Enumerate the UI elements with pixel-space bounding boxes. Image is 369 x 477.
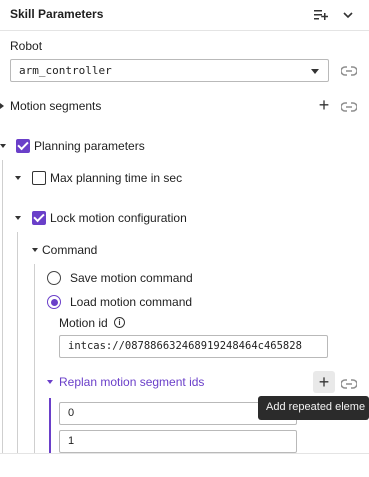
link-icon[interactable] xyxy=(340,65,358,79)
tree-guide-line xyxy=(2,160,3,453)
max-planning-time-checkbox[interactable] xyxy=(32,171,46,185)
load-motion-command-label: Load motion command xyxy=(70,295,193,309)
collapse-arrow-icon[interactable] xyxy=(32,248,38,252)
playlist-add-icon[interactable] xyxy=(312,6,330,24)
planning-parameters-checkbox[interactable] xyxy=(16,139,30,153)
save-motion-command-radio[interactable] xyxy=(47,271,61,285)
collapse-arrow-icon[interactable] xyxy=(47,380,53,384)
collapse-arrow-icon[interactable] xyxy=(0,144,6,148)
motion-segments-label: Motion segments xyxy=(10,99,102,113)
panel-title: Skill Parameters xyxy=(10,7,104,21)
collapse-arrow-icon[interactable] xyxy=(15,216,21,220)
load-motion-command-radio[interactable] xyxy=(47,295,61,309)
lock-motion-configuration-label: Lock motion configuration xyxy=(50,211,187,225)
bottom-divider xyxy=(0,453,369,454)
robot-select[interactable]: arm_controller xyxy=(10,59,329,82)
plus-icon[interactable]: + xyxy=(315,96,333,114)
planning-parameters-label: Planning parameters xyxy=(34,139,145,153)
max-planning-time-label: Max planning time in sec xyxy=(50,171,183,185)
dropdown-caret-icon xyxy=(311,69,319,74)
command-label: Command xyxy=(42,243,98,257)
replan-motion-segment-ids-label: Replan motion segment ids xyxy=(59,375,205,389)
motion-id-label: Motion id xyxy=(59,316,108,330)
motion-id-value: intcas://087886632468919248464c465828 xyxy=(68,340,302,352)
motion-id-input[interactable]: intcas://087886632468919248464c465828 xyxy=(59,335,328,358)
replan-id-value: 1 xyxy=(68,435,75,447)
tree-guide-line xyxy=(34,264,35,453)
expand-arrow-icon[interactable] xyxy=(0,103,4,109)
add-repeated-element-tooltip: Add repeated eleme xyxy=(258,396,369,420)
link-icon[interactable] xyxy=(340,378,358,392)
info-icon[interactable]: i xyxy=(114,317,125,328)
repeated-field-guide-line xyxy=(49,398,51,453)
chevron-down-icon[interactable] xyxy=(339,6,357,24)
header-divider xyxy=(0,30,369,31)
robot-select-value: arm_controller xyxy=(19,64,112,77)
link-icon[interactable] xyxy=(340,101,358,115)
collapse-arrow-icon[interactable] xyxy=(15,176,21,180)
lock-motion-configuration-checkbox[interactable] xyxy=(32,211,46,225)
save-motion-command-label: Save motion command xyxy=(70,271,193,285)
tree-guide-line xyxy=(17,232,18,453)
replan-id-value: 0 xyxy=(68,407,75,419)
replan-id-input[interactable]: 1 xyxy=(59,430,297,453)
robot-label: Robot xyxy=(10,39,43,53)
plus-icon[interactable]: + xyxy=(315,373,333,391)
